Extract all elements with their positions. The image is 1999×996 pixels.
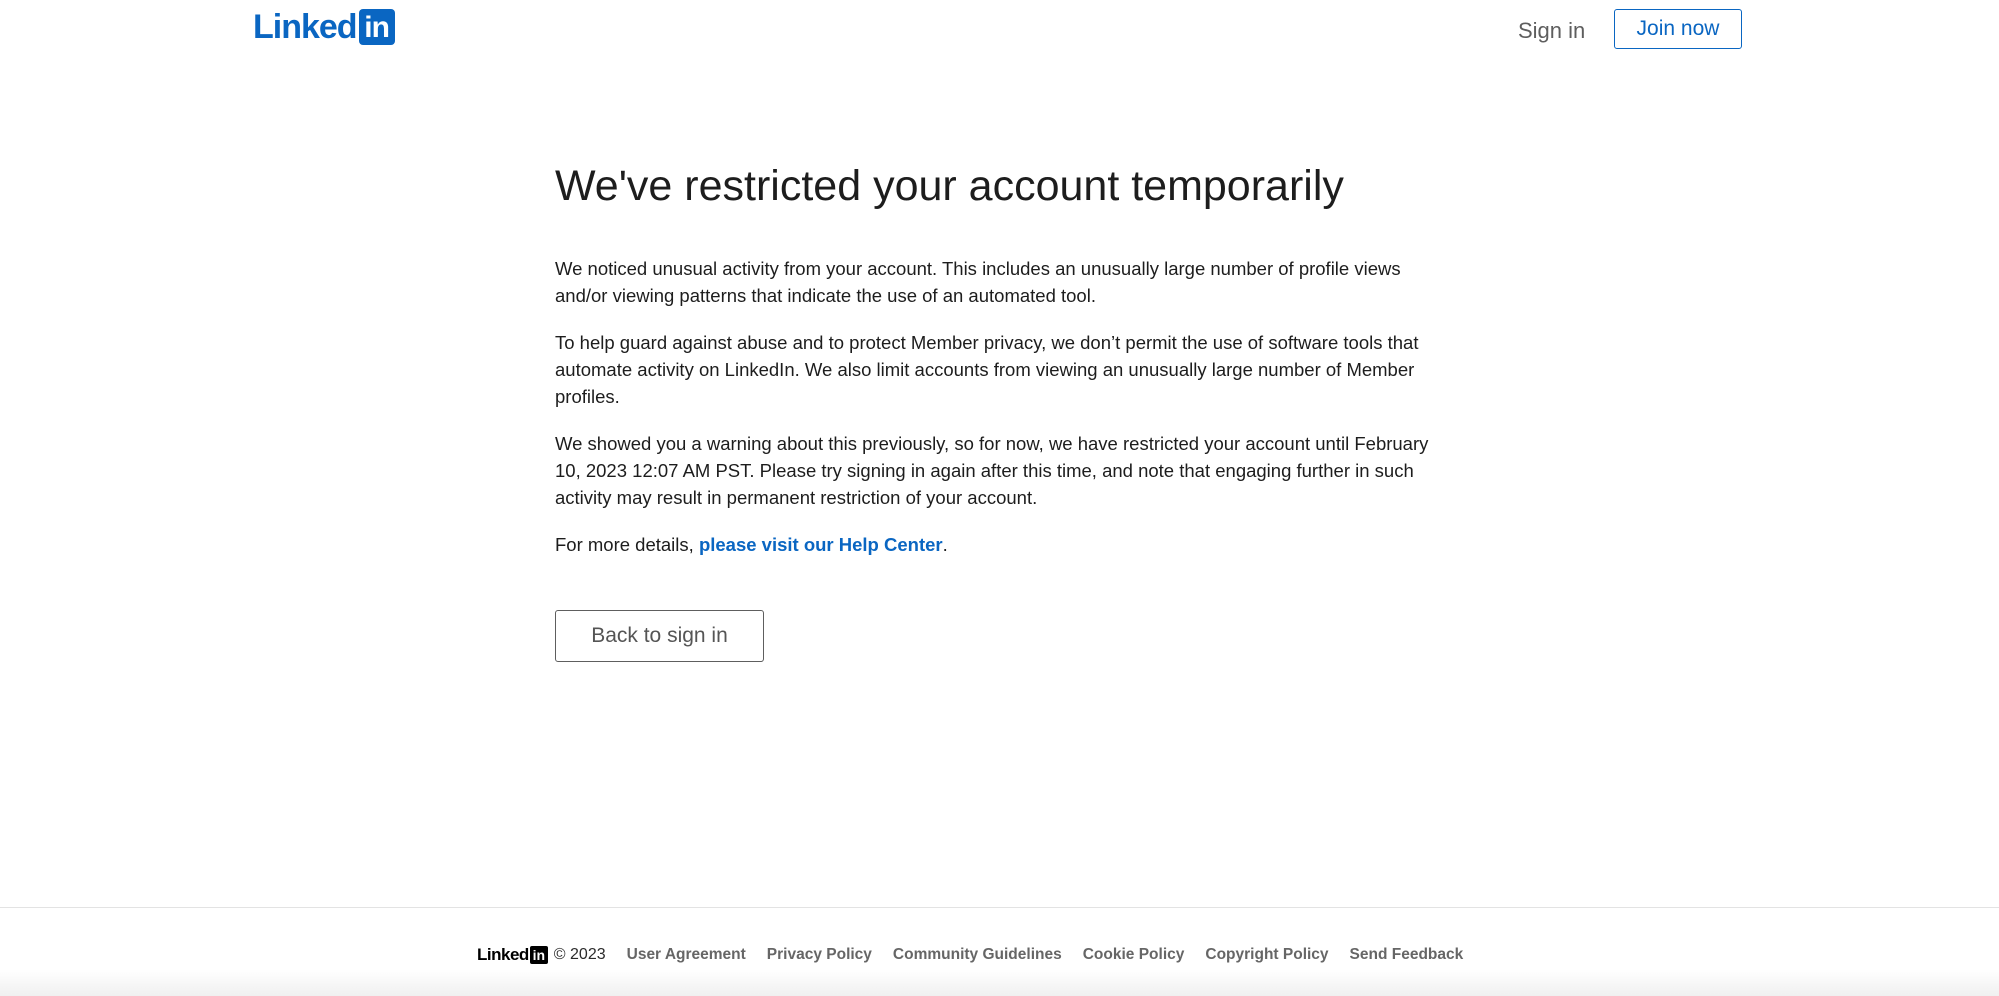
footer-link-send-feedback[interactable]: Send Feedback <box>1350 946 1464 964</box>
footer-link-cookie-policy[interactable]: Cookie Policy <box>1083 946 1185 964</box>
details-suffix: . <box>942 534 948 555</box>
paragraph-more-details: For more details, please visit our Help … <box>555 531 1455 558</box>
help-center-link[interactable]: please visit our Help Center <box>699 534 943 555</box>
logo-wordmark: Linked <box>253 8 358 46</box>
join-now-button[interactable]: Join now <box>1614 9 1742 49</box>
linkedin-logo[interactable]: Linked in <box>253 8 395 46</box>
restriction-notice: We've restricted your account temporaril… <box>555 150 1455 578</box>
top-nav: Linked in Sign in Join now <box>0 0 1999 60</box>
copyright-text: © 2023 <box>553 946 606 963</box>
footer-link-user-agreement[interactable]: User Agreement <box>627 946 746 964</box>
details-prefix: For more details, <box>555 534 699 555</box>
paragraph-abuse-protection: To help guard against abuse and to prote… <box>555 332 1419 407</box>
footer-row: Linked in © 2023 User Agreement Privacy P… <box>477 944 1463 966</box>
footer: Linked in © 2023 User Agreement Privacy P… <box>0 908 1999 996</box>
sign-in-link[interactable]: Sign in <box>1512 14 1591 48</box>
back-to-sign-in-button[interactable]: Back to sign in <box>555 610 764 662</box>
footer-logo-wordmark: Linked <box>477 945 529 964</box>
footer-link-privacy-policy[interactable]: Privacy Policy <box>767 946 872 964</box>
footer-logo-in-box: in <box>529 946 548 964</box>
paragraph-restriction-until: We showed you a warning about this previ… <box>555 433 1429 508</box>
logo-in-box: in <box>358 9 395 45</box>
page-title: We've restricted your account temporaril… <box>555 162 1344 210</box>
footer-linkedin-logo: Linked in <box>477 945 548 965</box>
page: Linked in Sign in Join now We've restrict… <box>0 0 1999 996</box>
paragraph-unusual-activity: We noticed unusual activity from your ac… <box>555 258 1401 306</box>
footer-link-copyright-policy[interactable]: Copyright Policy <box>1205 946 1328 964</box>
footer-link-community-guidelines[interactable]: Community Guidelines <box>893 946 1062 964</box>
